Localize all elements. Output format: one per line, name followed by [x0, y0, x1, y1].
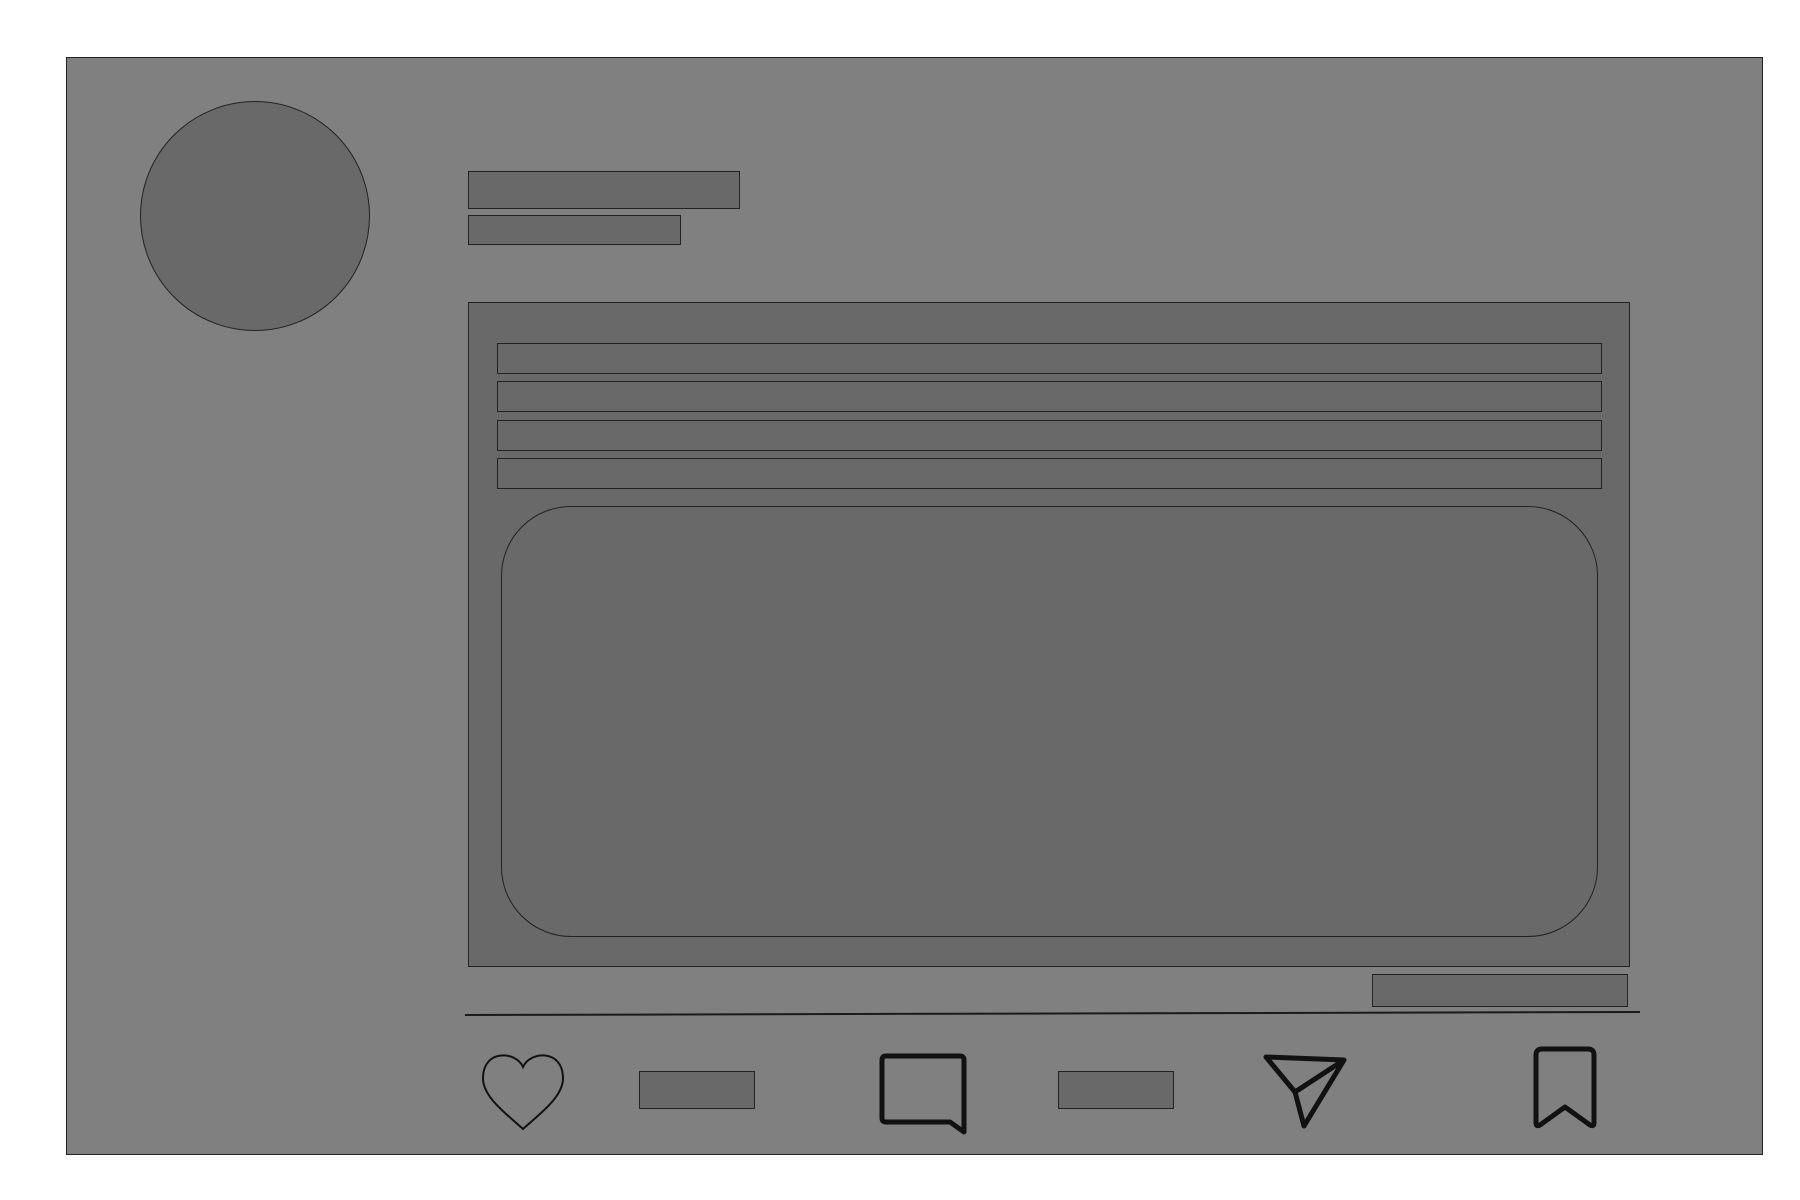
comments-count [1058, 1071, 1174, 1109]
author-handle-text [469, 216, 470, 217]
bookmark-icon[interactable] [1532, 1045, 1598, 1129]
avatar[interactable] [140, 101, 370, 331]
speech-bubble-icon[interactable] [878, 1052, 970, 1138]
author-handle [468, 215, 681, 245]
post-text-line-2 [498, 382, 499, 383]
post-text-line [497, 343, 1602, 374]
heart-icon[interactable] [478, 1047, 568, 1133]
post-timestamp [1372, 974, 1628, 1007]
post-timestamp-text [1373, 975, 1374, 976]
screen [0, 0, 1800, 1200]
comments-count-text [1059, 1072, 1060, 1073]
post-text-line [497, 420, 1602, 451]
post-text-line-1 [498, 344, 499, 345]
post-text-line [497, 458, 1602, 489]
likes-count [639, 1071, 755, 1109]
author-name-text [469, 172, 470, 173]
paper-plane-icon[interactable] [1262, 1052, 1348, 1132]
post-text-line-3 [498, 421, 499, 422]
likes-count-text [640, 1072, 641, 1073]
post-text-line [497, 381, 1602, 412]
post-media[interactable] [501, 506, 1598, 937]
post-text-line-4 [498, 459, 499, 460]
author-name[interactable] [468, 171, 740, 209]
